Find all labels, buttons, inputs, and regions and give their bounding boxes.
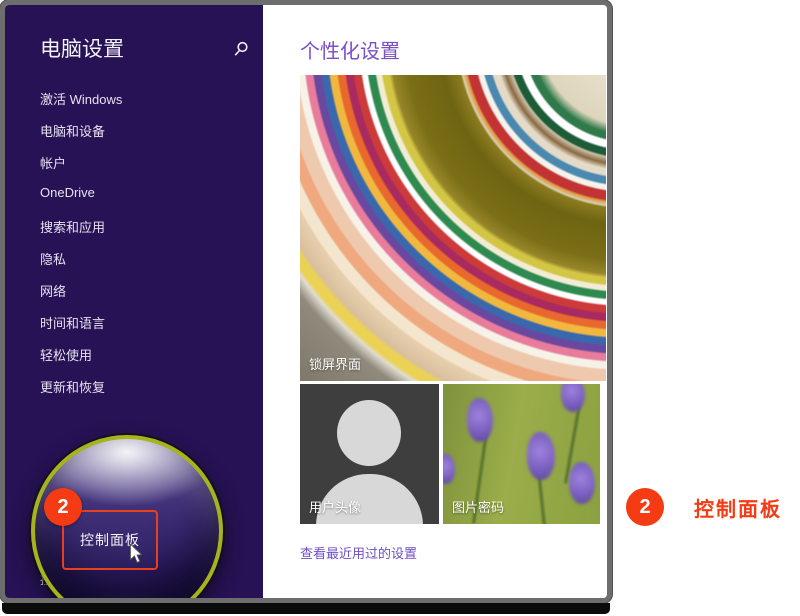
mouse-cursor-icon <box>128 544 144 564</box>
sidebar-item-activate-windows[interactable]: 激活 Windows <box>40 89 122 108</box>
lavender-flower <box>443 454 455 484</box>
sidebar-item-update-and-recovery[interactable]: 更新和恢复 <box>40 377 105 396</box>
account-picture-tile[interactable]: 用户头像 <box>300 384 439 524</box>
section-heading: 个性化设置 <box>300 35 400 64</box>
sidebar-item-pc-and-devices[interactable]: 电脑和设备 <box>40 121 105 140</box>
lock-screen-tile[interactable]: 锁屏界面 <box>300 75 606 381</box>
sidebar-item-time-and-language[interactable]: 时间和语言 <box>40 313 105 332</box>
page-title: 电脑设置 <box>40 33 124 63</box>
sidebar-item-onedrive[interactable]: OneDrive <box>40 185 95 200</box>
recently-used-settings-link[interactable]: 查看最近用过的设置 <box>300 543 417 562</box>
lavender-flower <box>561 384 585 412</box>
lavender-flower <box>467 398 493 442</box>
personalization-panel: 个性化设置 锁屏界面 用户头像 图片密码 查看最近用过的设置 <box>263 5 607 598</box>
lavender-flower <box>569 462 595 504</box>
sidebar-item-ease-of-access[interactable]: 轻松使用 <box>40 345 92 364</box>
sidebar-item-accounts[interactable]: 帐户 <box>40 153 66 172</box>
sidebar-item-privacy[interactable]: 隐私 <box>40 249 66 268</box>
lock-screen-tile-label: 锁屏界面 <box>309 354 361 373</box>
window-bottom-shadow <box>2 603 610 614</box>
step-2-annotation-label: 控制面板 <box>694 493 782 522</box>
pc-settings-window: 电脑设置 激活 Windows 电脑和设备 帐户 OneDrive 搜索和应用 … <box>0 0 612 603</box>
step-2-annotation-badge: 2 <box>626 488 664 526</box>
screenshot-canvas: 电脑设置 激活 Windows 电脑和设备 帐户 OneDrive 搜索和应用 … <box>0 0 800 616</box>
settings-sidebar: 电脑设置 激活 Windows 电脑和设备 帐户 OneDrive 搜索和应用 … <box>5 5 263 598</box>
sidebar-item-search-and-apps[interactable]: 搜索和应用 <box>40 217 105 236</box>
lavender-flower <box>527 432 555 480</box>
sidebar-item-network[interactable]: 网络 <box>40 281 66 300</box>
search-icon[interactable] <box>233 41 249 57</box>
picture-password-tile-label: 图片密码 <box>452 497 504 516</box>
picture-password-tile[interactable]: 图片密码 <box>443 384 600 524</box>
avatar-icon <box>337 400 401 466</box>
account-picture-tile-label: 用户头像 <box>309 497 361 516</box>
step-2-badge: 2 <box>44 488 82 526</box>
